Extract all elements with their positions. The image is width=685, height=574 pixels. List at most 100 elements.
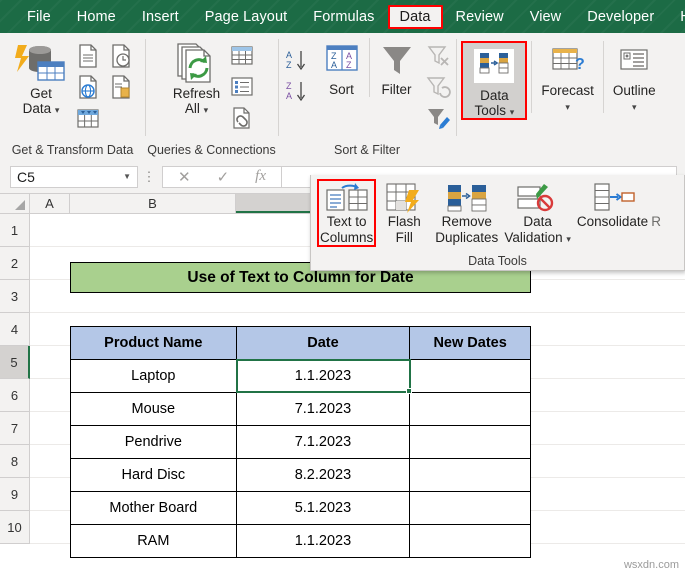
sort-desc-icon[interactable]: Z A (281, 77, 311, 105)
data-validation-label: DataValidation ▾ (504, 214, 571, 245)
cell-product-name[interactable]: RAM (71, 525, 237, 558)
enter-icon[interactable]: ✓ (217, 168, 230, 186)
row-header-1[interactable]: 1 (0, 214, 30, 247)
column-header-a[interactable]: A (30, 194, 70, 213)
relationships-label: R (651, 214, 661, 230)
chevron-down-icon[interactable]: ▾ (204, 105, 209, 115)
data-tools-button[interactable]: DataTools ▾ (461, 41, 527, 120)
tab-help[interactable]: Help (667, 5, 685, 29)
group-label-queries-connections: Queries & Connections (145, 143, 278, 157)
cell-product-name[interactable]: Mother Board (71, 492, 237, 525)
tab-insert[interactable]: Insert (129, 5, 192, 29)
tab-data[interactable]: Data (388, 5, 443, 29)
tab-formulas[interactable]: Formulas (300, 5, 387, 29)
row-header-3[interactable]: 3 (0, 280, 30, 313)
refresh-all-button[interactable]: RefreshAll ▾ (167, 38, 227, 116)
table-row: Mother Board 5.1.2023 (71, 492, 531, 525)
remove-duplicates-button[interactable]: RemoveDuplicates (432, 179, 501, 245)
cell-product-name[interactable]: Mouse (71, 393, 237, 426)
forecast-button[interactable]: ? Forecast▾ (531, 41, 599, 113)
chevron-down-icon[interactable]: ▾ (510, 107, 515, 117)
tab-file[interactable]: File (14, 5, 64, 29)
remove-duplicates-icon (443, 182, 491, 214)
from-web-icon[interactable] (73, 73, 103, 101)
tab-home[interactable]: Home (64, 5, 129, 29)
cancel-icon[interactable]: ✕ (178, 168, 191, 186)
data-validation-button[interactable]: DataValidation ▾ (501, 179, 574, 245)
cell-product-name[interactable]: Pendrive (71, 426, 237, 459)
chevron-down-icon[interactable]: ▼ (123, 172, 131, 181)
cell-date[interactable]: 7.1.2023 (236, 426, 410, 459)
tab-view[interactable]: View (517, 5, 575, 29)
filter-label: Filter (382, 82, 412, 97)
cell-date[interactable]: 1.1.2023 (236, 360, 410, 393)
row-header-4[interactable]: 4 (0, 313, 30, 346)
outline-icon (613, 45, 655, 81)
tab-page-layout[interactable]: Page Layout (192, 5, 301, 29)
cell-new-date[interactable] (410, 525, 531, 558)
row-header-6[interactable]: 6 (0, 379, 30, 412)
outline-button[interactable]: Outline▾ (603, 41, 661, 113)
table-row: Laptop 1.1.2023 (71, 360, 531, 393)
cell-new-date[interactable] (410, 459, 531, 492)
ribbon-group-queries-connections: RefreshAll ▾ (145, 33, 278, 160)
row-header-8[interactable]: 8 (0, 445, 30, 478)
row-header-9[interactable]: 9 (0, 478, 30, 511)
name-box[interactable]: C5 ▼ (10, 166, 138, 188)
queries-icon[interactable] (227, 42, 257, 70)
column-header-b[interactable]: B (70, 194, 236, 213)
from-table-range-icon[interactable] (73, 104, 103, 132)
cell-new-date[interactable] (410, 393, 531, 426)
tab-review[interactable]: Review (443, 5, 517, 29)
column-header-date[interactable]: Date (236, 327, 410, 360)
advanced-filter-icon[interactable] (424, 104, 454, 132)
recent-sources-icon[interactable] (106, 42, 136, 70)
cell-new-date[interactable] (410, 426, 531, 459)
flash-fill-button[interactable]: FlashFill (376, 179, 432, 245)
chevron-down-icon[interactable]: ▾ (55, 105, 60, 115)
properties-icon[interactable] (227, 73, 257, 101)
from-text-csv-icon[interactable] (73, 42, 103, 70)
cell-date[interactable]: 8.2.2023 (236, 459, 410, 492)
sort-asc-icon[interactable]: A Z (281, 46, 311, 74)
cell-date[interactable]: 7.1.2023 (236, 393, 410, 426)
cell-product-name[interactable]: Hard Disc (71, 459, 237, 492)
outline-label: Outline▾ (613, 83, 656, 113)
cell-date[interactable]: 1.1.2023 (236, 525, 410, 558)
filter-small-buttons (424, 38, 454, 132)
text-to-columns-button[interactable]: Text toColumns (317, 179, 376, 247)
chevron-down-icon[interactable]: ▾ (566, 234, 571, 244)
chevron-down-icon[interactable]: ▾ (565, 102, 570, 112)
reapply-filter-icon[interactable] (424, 73, 454, 101)
clear-filter-icon[interactable] (424, 42, 454, 70)
column-header-new-dates[interactable]: New Dates (410, 327, 531, 360)
forecast-label: Forecast▾ (541, 83, 594, 113)
filter-button[interactable]: Filter (369, 38, 424, 97)
get-data-button[interactable]: GetData ▾ (9, 38, 73, 116)
column-header-product-name[interactable]: Product Name (71, 327, 237, 360)
data-tools-label: DataTools ▾ (474, 88, 514, 118)
edit-links-icon[interactable] (227, 104, 257, 132)
row-header-5[interactable]: 5 (0, 346, 30, 379)
insert-function-icon[interactable]: fx (255, 168, 266, 185)
row-header-10[interactable]: 10 (0, 511, 30, 544)
select-all-corner[interactable] (0, 194, 30, 213)
cell-product-name[interactable]: Laptop (71, 360, 237, 393)
cell-date[interactable]: 5.1.2023 (236, 492, 410, 525)
tab-developer[interactable]: Developer (574, 5, 667, 29)
svg-text:Z: Z (346, 60, 352, 70)
flash-fill-icon (383, 182, 425, 214)
cell-new-date[interactable] (410, 360, 531, 393)
relationships-button[interactable]: R (651, 179, 661, 230)
cell-new-date[interactable] (410, 492, 531, 525)
row-header-7[interactable]: 7 (0, 412, 30, 445)
existing-connections-icon[interactable] (106, 73, 136, 101)
formula-bar-buttons: ✕ ✓ fx (162, 166, 282, 188)
row-header-2[interactable]: 2 (0, 247, 30, 280)
consolidate-button[interactable]: Consolidate (574, 179, 651, 230)
sort-label: Sort (329, 82, 354, 97)
data-tools-dropdown-panel: Text toColumns FlashFill (310, 175, 685, 271)
sort-button[interactable]: Z A A Z Sort (315, 38, 369, 97)
svg-text:A: A (286, 50, 292, 60)
chevron-down-icon[interactable]: ▾ (632, 102, 637, 112)
